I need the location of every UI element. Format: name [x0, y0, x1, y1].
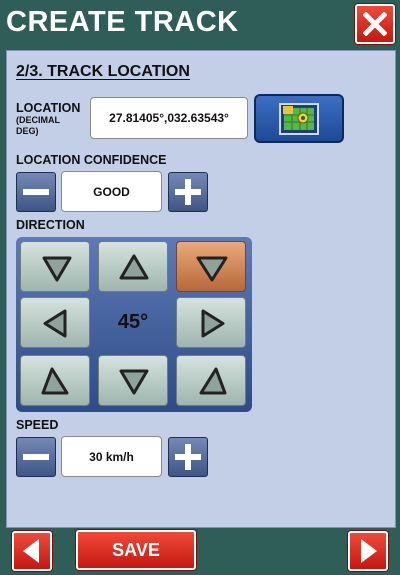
- speed-label: SPEED: [16, 418, 59, 432]
- confidence-decrease-button[interactable]: [16, 172, 56, 212]
- next-button[interactable]: [348, 531, 388, 571]
- page-title: CREATE TRACK: [6, 6, 239, 38]
- plus-icon: [175, 444, 201, 470]
- content-panel: 2/3. TRACK LOCATION LOCATION (DECIMAL DE…: [6, 50, 396, 528]
- confidence-label: LOCATION CONFIDENCE: [16, 153, 167, 167]
- direction-top-right-button[interactable]: [176, 241, 246, 292]
- direction-left-button[interactable]: [20, 297, 90, 348]
- minus-icon: [23, 189, 49, 195]
- arrow-right-icon: [361, 539, 377, 563]
- speed-field: 30 km/h: [61, 436, 162, 477]
- triangle-up-icon: [199, 367, 227, 395]
- map-button[interactable]: [254, 94, 344, 143]
- direction-bottom-button[interactable]: [98, 355, 168, 406]
- speed-decrease-button[interactable]: [16, 437, 56, 477]
- location-sublabel-line1: (DECIMAL: [16, 115, 60, 125]
- close-icon: [363, 12, 387, 36]
- arrow-left-icon: [23, 539, 39, 563]
- direction-top-left-button[interactable]: [20, 241, 90, 292]
- triangle-up-icon: [41, 367, 69, 395]
- back-button[interactable]: [12, 531, 52, 571]
- speed-increase-button[interactable]: [168, 437, 208, 477]
- direction-top-button[interactable]: [98, 241, 168, 292]
- direction-pad: 45°: [16, 237, 252, 412]
- triangle-down-icon: [119, 369, 149, 395]
- confidence-field: GOOD: [61, 171, 162, 212]
- location-sublabel-line2: DEG): [16, 126, 39, 136]
- triangle-up-icon: [119, 254, 149, 280]
- location-label: LOCATION: [16, 101, 81, 115]
- direction-bottom-right-button[interactable]: [176, 355, 246, 406]
- direction-right-button[interactable]: [176, 297, 246, 348]
- map-icon: [279, 103, 319, 135]
- triangle-right-icon: [201, 309, 225, 338]
- close-button[interactable]: [355, 4, 395, 44]
- direction-value: 45°: [117, 311, 149, 333]
- direction-label: DIRECTION: [16, 218, 85, 232]
- confidence-increase-button[interactable]: [168, 172, 208, 212]
- direction-bottom-left-button[interactable]: [20, 355, 90, 406]
- triangle-down-icon: [42, 256, 72, 282]
- plus-icon: [175, 179, 201, 205]
- location-field[interactable]: 27.81405°,032.63543°: [90, 97, 248, 139]
- title-bar: CREATE TRACK: [0, 0, 400, 50]
- triangle-left-icon: [43, 309, 67, 338]
- minus-icon: [23, 454, 49, 460]
- triangle-down-icon: [196, 256, 228, 282]
- section-title: 2/3. TRACK LOCATION: [16, 63, 190, 80]
- save-button[interactable]: SAVE: [76, 530, 196, 570]
